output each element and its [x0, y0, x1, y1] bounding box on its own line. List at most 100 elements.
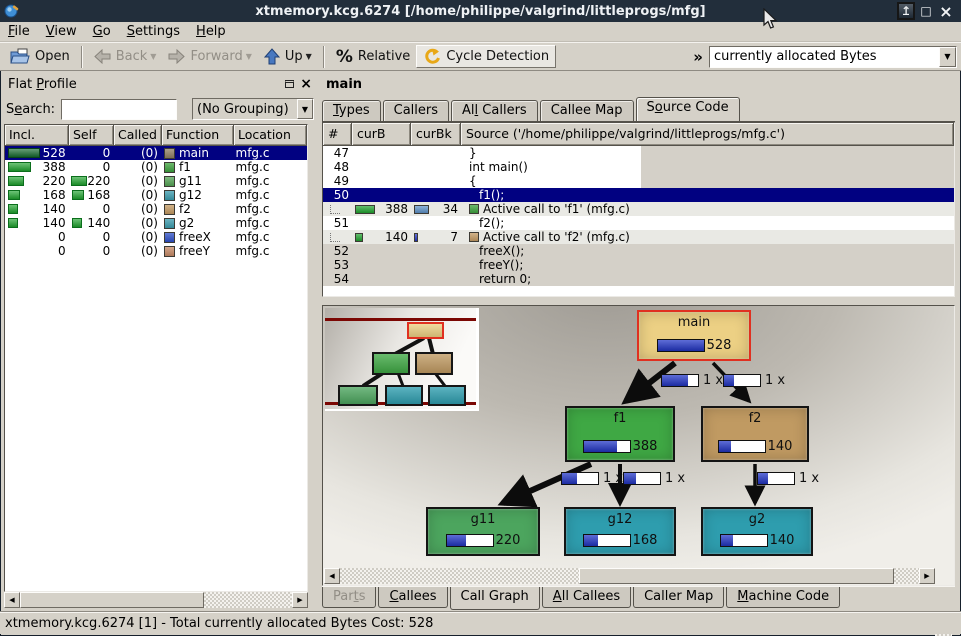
scrollbar-track[interactable] [204, 592, 292, 608]
column-header-self[interactable]: Self [69, 125, 114, 146]
table-row[interactable]: 388 0 (0) f1 mfg.c [5, 160, 307, 174]
column-header-incl[interactable]: Incl. [5, 125, 69, 146]
scrollbar-track[interactable] [894, 568, 919, 584]
graph-overview-minimap[interactable] [325, 308, 479, 411]
edge-label-main-f1[interactable]: 1 x [661, 373, 723, 388]
edge-label-main-f2[interactable]: 1 x [723, 373, 785, 388]
float-dock-icon[interactable] [285, 80, 294, 88]
menu-help[interactable]: Help [188, 23, 234, 40]
function-icon [164, 204, 175, 215]
source-line[interactable]: 51 f2(); [323, 216, 954, 230]
flat-profile-table: Incl. Self Called Function Location 528 … [4, 124, 308, 592]
minimap-node-main [407, 322, 444, 339]
graph-node-f1[interactable]: f1 388 [565, 406, 675, 462]
scrollbar-track[interactable] [340, 568, 579, 584]
column-header-called[interactable]: Called [114, 125, 162, 146]
table-row[interactable]: 528 0 (0) main mfg.c [5, 146, 307, 160]
open-icon [10, 48, 30, 65]
table-row[interactable]: 220 220 (0) g11 mfg.c [5, 174, 307, 188]
combo-dropdown-icon[interactable]: ▼ [939, 47, 956, 67]
search-label: Search: [6, 102, 55, 117]
graph-node-g2[interactable]: g2 140 [701, 507, 813, 556]
tab-call-graph[interactable]: Call Graph [450, 587, 540, 610]
function-icon [164, 176, 175, 187]
grouping-combobox[interactable]: (No Grouping) ▼ [192, 98, 314, 120]
dock-header[interactable]: Flat Profile × [4, 74, 316, 94]
source-line[interactable]: 54 return 0; [323, 272, 954, 286]
close-button[interactable]: × [937, 2, 955, 20]
minimize-button[interactable]: _ [897, 2, 915, 20]
tree-branch-icon [330, 205, 340, 214]
back-button[interactable]: Back▼ [88, 47, 163, 66]
tab-callee-map[interactable]: Callee Map [540, 100, 634, 121]
source-call-line[interactable]: 388 34 Active call to 'f1' (mfg.c) [323, 202, 954, 216]
tab-callees[interactable]: Callees [378, 587, 447, 608]
titlebar[interactable]: xtmemory.kcg.6274 [/home/philippe/valgri… [0, 0, 961, 22]
column-header-source[interactable]: Source ('/home/philippe/valgrind/littlep… [461, 123, 954, 146]
maximize-button[interactable]: □ [917, 2, 935, 20]
source-line[interactable]: 48 int main() [323, 160, 954, 174]
grouping-dropdown-icon[interactable]: ▼ [297, 99, 313, 119]
scrollbar-thumb[interactable] [20, 592, 204, 608]
table-row[interactable]: 140 0 (0) f2 mfg.c [5, 202, 307, 216]
event-type-combobox[interactable]: currently allocated Bytes ▼ [709, 46, 957, 68]
tab-caller-map[interactable]: Caller Map [633, 587, 724, 608]
tab-types[interactable]: Types [322, 100, 381, 121]
tab-parts[interactable]: Parts [322, 587, 376, 608]
graph-node-g11[interactable]: g11 220 [426, 507, 540, 556]
source-line-selected[interactable]: 50 f1(); [323, 188, 954, 202]
source-line[interactable]: 53 freeY(); [323, 258, 954, 272]
tab-source-code[interactable]: Source Code [636, 97, 740, 121]
source-line[interactable]: 49 { [323, 174, 954, 188]
edge-label-f1-g11[interactable]: 1 x [561, 471, 623, 486]
menu-view[interactable]: View [38, 23, 85, 40]
scroll-right-icon[interactable]: ▶ [292, 592, 308, 608]
table-row[interactable]: 0 0 (0) freeY mfg.c [5, 244, 307, 258]
forward-button[interactable]: Forward▼ [162, 47, 257, 66]
toolbar-separator [81, 46, 83, 68]
menu-go[interactable]: Go [85, 23, 119, 40]
horizontal-scrollbar[interactable]: ◀ ▶ [4, 592, 308, 608]
horizontal-scrollbar[interactable]: ◀ ▶ [324, 568, 935, 584]
scroll-right-icon[interactable]: ▶ [919, 568, 935, 584]
column-header-curb[interactable]: curB [352, 123, 411, 146]
source-line[interactable]: 47 } [323, 146, 954, 160]
function-icon [164, 148, 175, 159]
tab-machine-code[interactable]: Machine Code [726, 587, 840, 608]
edge-label-f1-g12[interactable]: 1 x [623, 471, 685, 486]
column-header-line[interactable]: # [323, 123, 352, 146]
menu-file[interactable]: File [0, 23, 38, 40]
call-graph-canvas[interactable]: main 528 f1 388 f2 140 g11 220 g12 168 g… [322, 305, 955, 586]
function-icon [469, 232, 479, 242]
table-row[interactable]: 140 140 (0) g2 mfg.c [5, 216, 307, 230]
graph-node-f2[interactable]: f2 140 [701, 406, 809, 462]
open-button[interactable]: Open [4, 46, 76, 67]
up-button[interactable]: Up▼ [258, 46, 318, 67]
graph-node-g12[interactable]: g12 168 [564, 507, 676, 556]
search-input[interactable] [61, 99, 177, 120]
toolbar-separator [323, 46, 325, 68]
source-call-line[interactable]: 140 7 Active call to 'f2' (mfg.c) [323, 230, 954, 244]
tab-all-callers[interactable]: All Callers [451, 100, 538, 121]
table-row[interactable]: 0 0 (0) freeX mfg.c [5, 230, 307, 244]
source-line[interactable]: 52 freeX(); [323, 244, 954, 258]
column-header-function[interactable]: Function [162, 125, 234, 146]
close-dock-icon[interactable]: × [300, 79, 312, 89]
menu-settings[interactable]: Settings [119, 23, 188, 40]
minimap-node-f1 [372, 352, 410, 375]
column-header-location[interactable]: Location [234, 125, 307, 146]
column-header-curbk[interactable]: curBk [411, 123, 461, 146]
function-icon [164, 218, 175, 229]
edge-label-f2-g2[interactable]: 1 x [757, 471, 819, 486]
tab-all-callees[interactable]: All Callees [542, 587, 631, 608]
cycle-detection-button[interactable]: Cycle Detection [416, 45, 556, 68]
scroll-left-icon[interactable]: ◀ [324, 568, 340, 584]
scrollbar-thumb[interactable] [579, 568, 894, 584]
graph-node-main[interactable]: main 528 [637, 310, 751, 361]
scroll-left-icon[interactable]: ◀ [4, 592, 20, 608]
table-row[interactable]: 168 168 (0) g12 mfg.c [5, 188, 307, 202]
source-code-view: # curB curBk Source ('/home/philippe/val… [322, 122, 955, 297]
relative-toggle-button[interactable]: % Relative [330, 45, 416, 69]
toolbar-overflow-chevron[interactable]: » [693, 48, 703, 66]
tab-callers[interactable]: Callers [383, 100, 449, 121]
